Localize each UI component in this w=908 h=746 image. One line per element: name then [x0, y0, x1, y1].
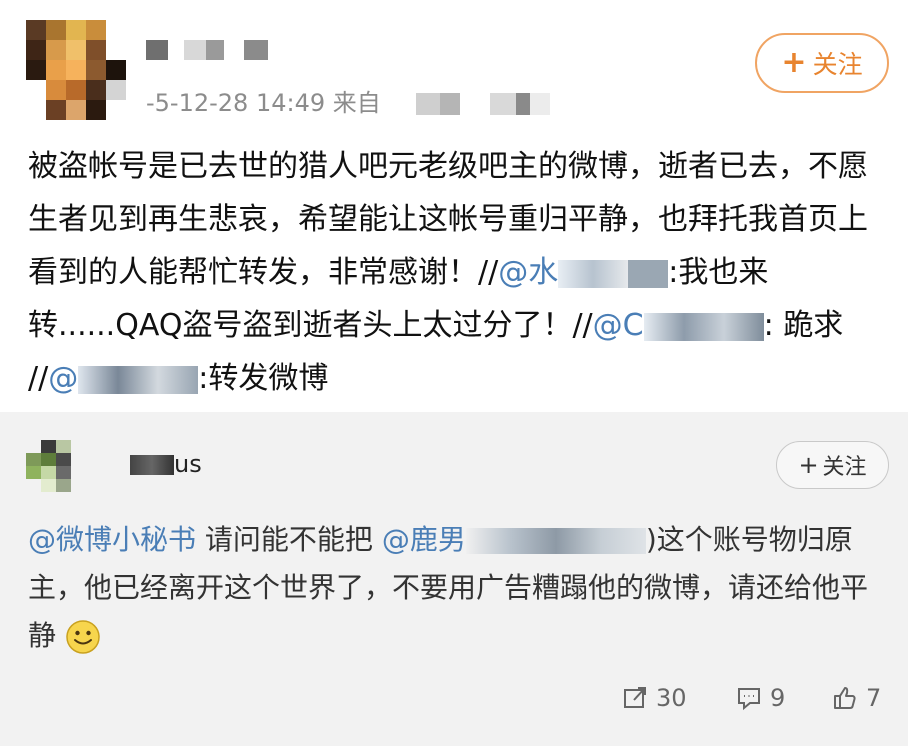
mention-blurred	[643, 312, 764, 341]
repost-icon	[624, 687, 646, 708]
follow-label: 关注	[812, 50, 863, 79]
source-label: 来自	[332, 89, 381, 117]
mention-link[interactable]: @C	[593, 308, 644, 343]
author-name-blurred	[130, 455, 174, 475]
mention-blurred	[78, 365, 199, 394]
like-action[interactable]: 7	[832, 684, 881, 712]
mention-link[interactable]: @水	[498, 255, 558, 290]
author-name-blurred[interactable]	[146, 40, 268, 60]
comment-count: 9	[770, 684, 786, 712]
mention-blurred	[558, 259, 629, 288]
reply-text-1: 请问能不能把	[196, 523, 382, 556]
smiley-emoji	[66, 620, 100, 654]
reply-body: @微博小秘书 请问能不能把 @鹿男)这个账号物归原主，他已经离开这个世界了，不要…	[28, 516, 888, 660]
mention-blurred-2	[628, 259, 669, 288]
reply-author[interactable]: us	[130, 450, 202, 478]
post-time: -5-12-28 14:49	[146, 89, 326, 117]
reply-avatar[interactable]	[26, 440, 86, 492]
mention-link[interactable]: @微博小秘书	[28, 523, 196, 556]
mention-link[interactable]: @鹿男	[382, 523, 466, 556]
plus-icon: +	[781, 45, 807, 80]
source-blurred	[396, 93, 417, 115]
follow-button[interactable]: + 关注	[755, 33, 889, 93]
repost-separator: //	[572, 308, 593, 343]
like-count: 7	[866, 684, 882, 712]
reply-follow-button[interactable]: + 关注	[776, 441, 889, 489]
post-meta: -5-12-28 14:49 来自	[146, 83, 551, 118]
like-icon	[834, 687, 856, 709]
follow-label: 关注	[822, 455, 867, 480]
post-body: 被盗帐号是已去世的猎人吧元老级吧主的微博，逝者已去，不愿生者见到再生悲哀，希望能…	[28, 140, 888, 405]
mention-link[interactable]: @	[48, 361, 78, 396]
repost-comment-2: : 跪求	[763, 308, 844, 343]
author-name-suffix: us	[174, 450, 202, 478]
comment-icon	[738, 688, 760, 711]
repost-separator: //	[478, 255, 499, 290]
avatar[interactable]	[26, 20, 126, 120]
comment-action[interactable]: 9	[736, 684, 785, 712]
repost-count: 30	[656, 684, 687, 712]
repost-comment-3: :转发微博	[198, 361, 329, 396]
repost-separator: //	[28, 361, 49, 396]
mention-blurred	[465, 528, 646, 554]
repost-action[interactable]: 30	[622, 684, 687, 712]
plus-icon: +	[798, 451, 819, 479]
